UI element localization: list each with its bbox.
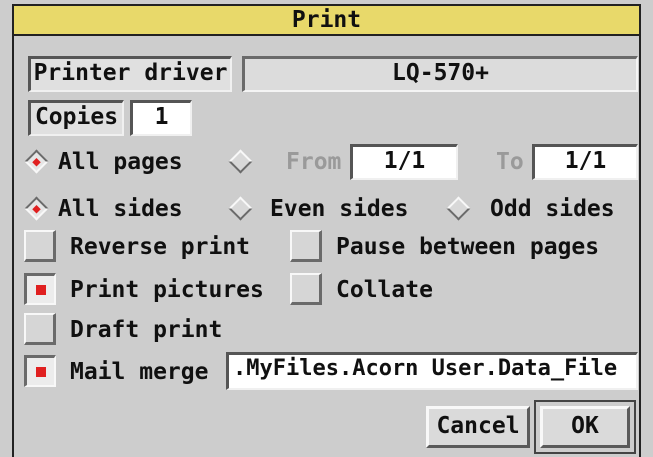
- from-page-input[interactable]: 1/1: [350, 144, 458, 180]
- ok-button-label: OK: [571, 413, 599, 439]
- collate-checkbox[interactable]: [290, 273, 322, 305]
- printer-driver-label: Printer driver: [33, 60, 228, 86]
- even-sides-radio[interactable]: [226, 194, 256, 224]
- mail-merge-file-path: .MyFiles.Acorn User.Data_File: [233, 356, 618, 381]
- cancel-button-label: Cancel: [436, 413, 520, 439]
- even-sides-label[interactable]: Even sides: [270, 194, 408, 224]
- draft-print-checkbox[interactable]: [24, 313, 56, 345]
- printer-driver-label-box: Printer driver: [28, 56, 232, 92]
- reverse-print-checkbox[interactable]: [24, 230, 56, 262]
- copies-label-box: Copies: [28, 100, 124, 136]
- to-label: To: [496, 149, 524, 175]
- odd-sides-label[interactable]: Odd sides: [490, 194, 615, 224]
- page-range-radio[interactable]: [226, 147, 256, 177]
- copies-label: Copies: [34, 104, 119, 130]
- from-page-value: 1/1: [383, 148, 426, 174]
- print-pictures-checkbox[interactable]: [24, 273, 56, 305]
- draft-print-label[interactable]: Draft print: [70, 315, 222, 345]
- print-pictures-label[interactable]: Print pictures: [70, 275, 264, 305]
- window-title-bar[interactable]: Print: [12, 4, 641, 36]
- ok-button[interactable]: OK: [540, 406, 630, 448]
- all-pages-radio[interactable]: [22, 147, 52, 177]
- copies-value: 1: [154, 104, 169, 130]
- from-label: From: [286, 149, 342, 175]
- to-page-value: 1/1: [564, 148, 607, 174]
- cancel-button[interactable]: Cancel: [426, 406, 530, 448]
- printer-driver-value: LQ-570+: [392, 60, 489, 86]
- reverse-print-label[interactable]: Reverse print: [70, 232, 250, 262]
- copies-input[interactable]: 1: [130, 100, 192, 136]
- mail-merge-label[interactable]: Mail merge: [70, 357, 208, 387]
- all-sides-radio[interactable]: [22, 194, 52, 224]
- all-pages-label[interactable]: All pages: [58, 147, 183, 177]
- pause-between-pages-checkbox[interactable]: [290, 230, 322, 262]
- mail-merge-checkbox[interactable]: [24, 355, 56, 387]
- to-page-input[interactable]: 1/1: [532, 144, 638, 180]
- all-sides-label[interactable]: All sides: [58, 194, 183, 224]
- mail-merge-file-input[interactable]: .MyFiles.Acorn User.Data_File: [226, 352, 638, 390]
- odd-sides-radio[interactable]: [444, 194, 474, 224]
- collate-label[interactable]: Collate: [336, 275, 433, 305]
- window-title: Print: [291, 7, 362, 33]
- printer-driver-display: LQ-570+: [242, 56, 638, 92]
- pause-between-pages-label[interactable]: Pause between pages: [336, 232, 599, 262]
